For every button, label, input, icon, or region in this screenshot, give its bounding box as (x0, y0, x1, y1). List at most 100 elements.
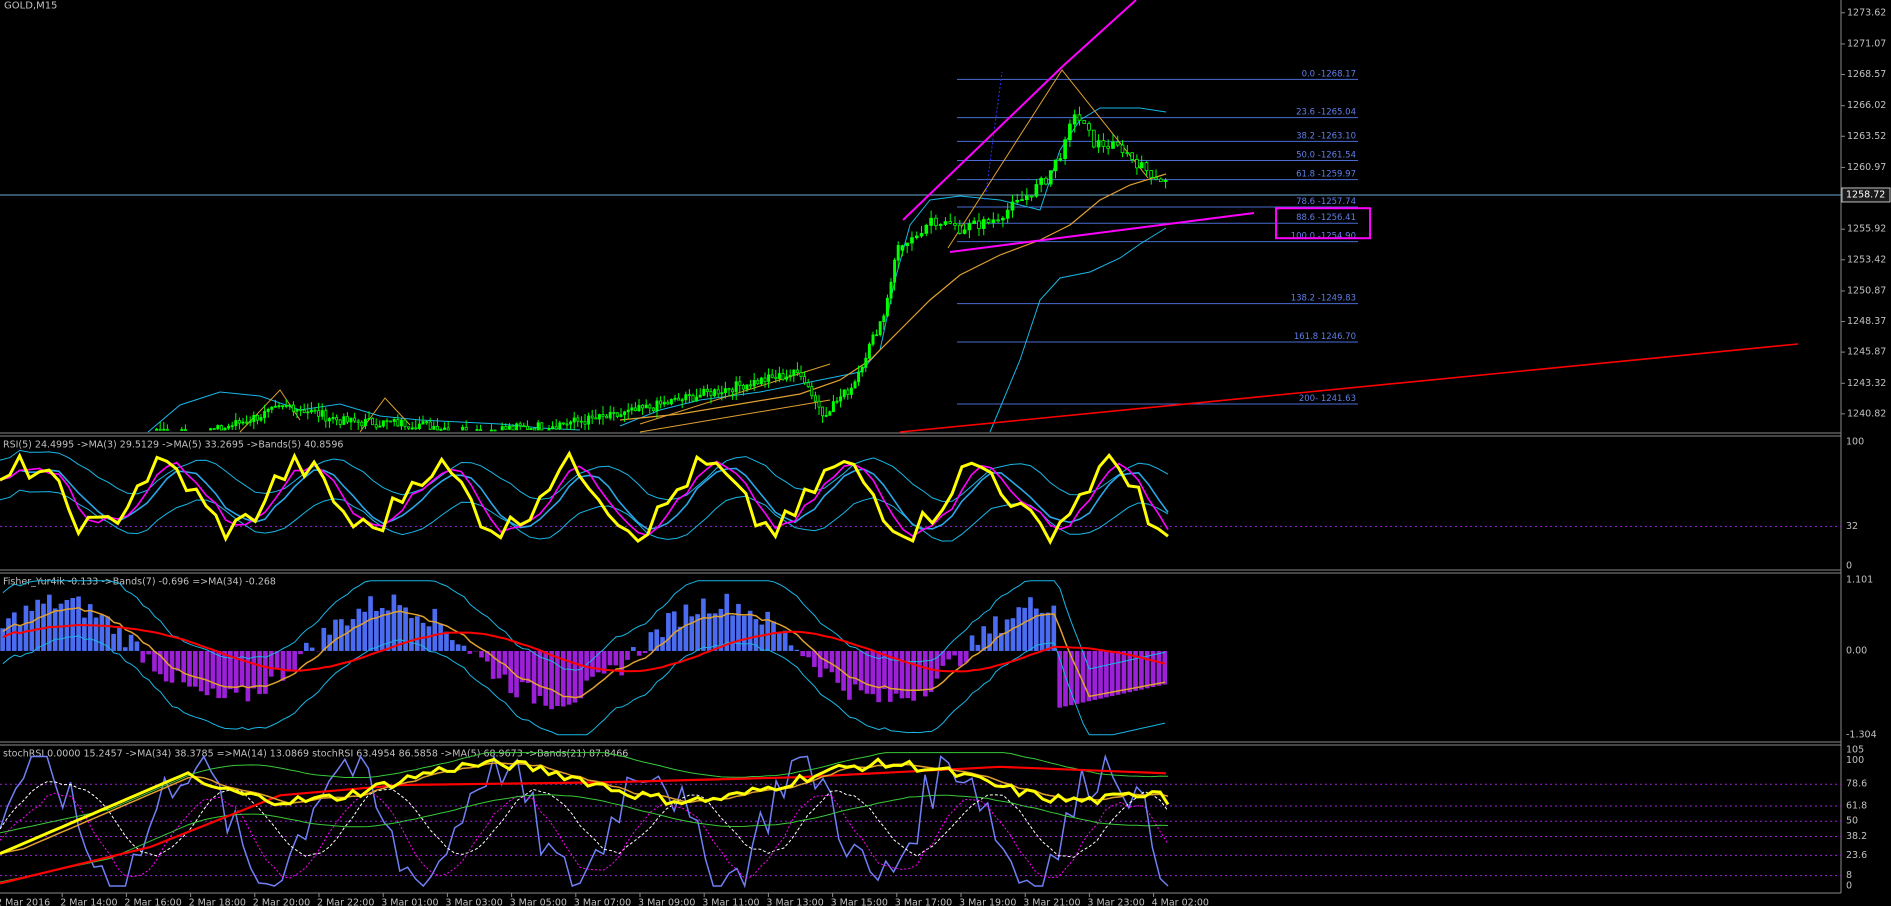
time-tick-label: 2 Mar 22:00 (317, 897, 374, 906)
candle-body (338, 419, 342, 425)
fisher-bar (280, 650, 286, 681)
fisher-bar (175, 650, 181, 671)
candle-body (475, 429, 479, 431)
fisher-bar (1039, 612, 1045, 651)
candle-body (331, 417, 335, 419)
fisher-bar (1127, 650, 1133, 693)
fisher-bar (1098, 650, 1103, 699)
fisher-bar (187, 650, 192, 687)
fisher-bar (969, 635, 975, 651)
candle-body (914, 235, 919, 239)
candle-body (306, 411, 310, 414)
candle-body (1029, 195, 1034, 198)
candle-body (893, 259, 897, 283)
candle-body (1120, 144, 1125, 154)
candle-body (1087, 123, 1091, 131)
candle-body (417, 423, 421, 429)
candle-body (713, 389, 717, 397)
fisher-bar (23, 605, 29, 651)
candle-body (651, 407, 655, 412)
candle-body (356, 420, 360, 423)
candle-body (561, 422, 565, 425)
candle-body (853, 381, 857, 389)
candle-body (659, 400, 663, 405)
candle-body (443, 427, 447, 430)
candle-body (655, 400, 659, 412)
fisher-bar (286, 650, 292, 672)
candle-body (1154, 177, 1158, 180)
fisher-bar (806, 650, 811, 658)
candle-body (353, 417, 357, 422)
candle-body (180, 429, 184, 431)
fisher-bar (444, 631, 449, 651)
time-tick-label: 3 Mar 09:00 (638, 897, 695, 906)
candle-body (439, 429, 443, 431)
fisher-bar (934, 650, 940, 679)
candle-body (745, 384, 749, 390)
candle-body (763, 377, 767, 382)
fisher-bar (76, 596, 81, 651)
candle-body (905, 242, 910, 247)
fisher-bar (356, 608, 362, 651)
stochrsi-tick-label: 78.6 (1846, 779, 1867, 790)
candle-body (1144, 162, 1149, 171)
candle-body (813, 395, 817, 402)
fisher-bar (93, 617, 99, 651)
candle-body (248, 421, 252, 423)
candle-body (374, 424, 378, 428)
fisher-bar (777, 631, 782, 651)
candle-body (803, 376, 807, 384)
candle-body (630, 407, 634, 411)
candle-body (957, 224, 962, 234)
trading-chart[interactable]: GOLD,M15 0.0 -1268.17 23.6 -1265.04 38.2 -… (0, 0, 1891, 906)
rsi-tick-label: 0 (1846, 561, 1852, 572)
candle-body (695, 396, 699, 402)
fisher-bar (303, 642, 309, 651)
candle-body (158, 428, 162, 431)
price-tick-label: 1243.32 (1847, 378, 1886, 389)
fisher-bar (829, 650, 835, 673)
candle-body (1024, 195, 1029, 200)
fisher-bar (414, 616, 420, 651)
fisher-bar (765, 611, 770, 651)
candle-body (597, 414, 601, 420)
candle-body (342, 416, 346, 425)
candle-body (273, 405, 277, 408)
fisher-bar (1080, 650, 1086, 703)
candle-body (245, 421, 249, 424)
candle-body (637, 404, 641, 412)
fib-level-label: 38.2 -1263.10 (1296, 131, 1356, 141)
fisher-bar (1022, 607, 1027, 651)
candle-body (345, 416, 349, 423)
candle-body (792, 369, 796, 376)
current-price-label: 1258.72 (1846, 189, 1885, 200)
stochrsi-tick-label: 38.2 (1846, 831, 1867, 842)
fisher-bar (52, 608, 58, 651)
symbol-title: GOLD,M15 (4, 0, 57, 11)
candle-body (227, 425, 231, 429)
candle-body (759, 377, 763, 385)
fisher-bar (292, 650, 297, 672)
candle-body (493, 429, 497, 432)
candle-body (1039, 177, 1044, 185)
candle-body (835, 400, 839, 403)
candle-body (165, 428, 169, 431)
fib-level-label: 78.6 -1257.74 (1296, 197, 1356, 207)
fisher-bar (590, 650, 595, 677)
candle-body (540, 422, 544, 431)
candle-body (981, 219, 986, 229)
stochrsi-tick-label: 61.8 (1846, 800, 1867, 811)
fisher-bar (134, 641, 140, 651)
fisher-bar (1156, 650, 1162, 686)
candle-body (702, 388, 706, 396)
fib-level-label: 138.2 -1249.83 (1291, 294, 1356, 304)
candle-body (299, 408, 303, 411)
fisher-bar (1028, 597, 1033, 651)
time-tick-label: 3 Mar 03:00 (445, 897, 502, 906)
candle-body (698, 394, 702, 398)
candle-body (723, 388, 727, 394)
price-tick-label: 1253.42 (1847, 254, 1886, 265)
candle-body (1149, 170, 1154, 178)
stochrsi-legend: stochRSI 0.0000 15.2457 ->MA(34) 38.3785… (3, 748, 628, 759)
fisher-bar (636, 650, 642, 656)
